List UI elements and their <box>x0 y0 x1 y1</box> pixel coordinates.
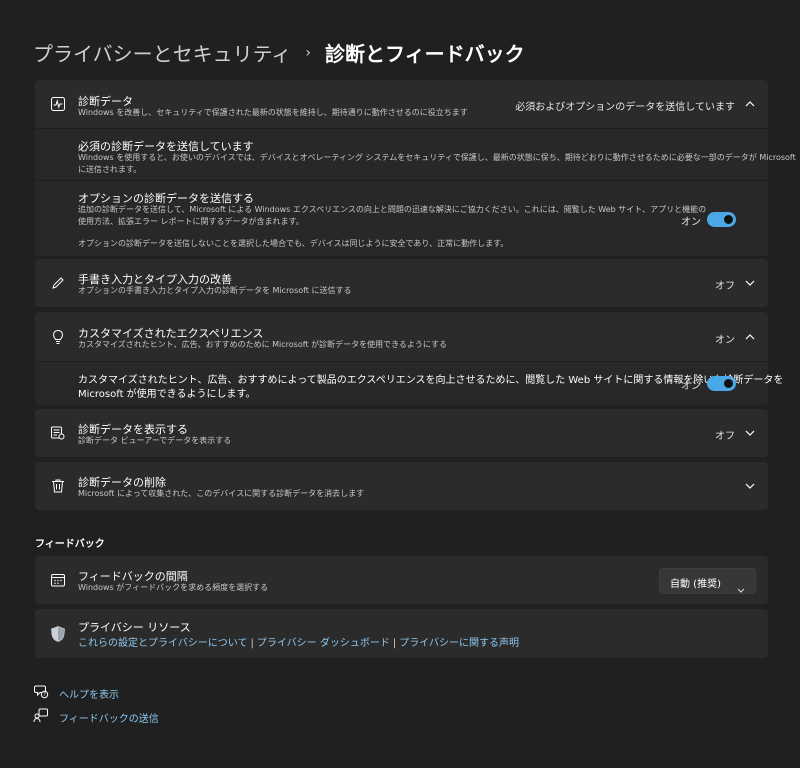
breadcrumb: プライバシーとセキュリティ › 診断とフィードバック <box>33 38 525 67</box>
tailored-description: カスタマイズされたヒント、広告、おすすめのために Microsoft が診断デー… <box>78 340 448 349</box>
trash-icon <box>48 476 68 496</box>
privacy-resources-title: プライバシー リソース <box>78 621 191 634</box>
feedback-frequency-card: フィードバックの間隔 Windows がフィードバックを求める頻度を選択する 自… <box>35 556 768 604</box>
privacy-statement-link[interactable]: プライバシーに関する声明 <box>399 638 519 649</box>
tailored-header[interactable]: カスタマイズされたエクスペリエンス カスタマイズされたヒント、広告、おすすめのた… <box>35 312 768 361</box>
view-data-card[interactable]: 診断データを表示する 診断データ ビューアーでデータを表示する オフ <box>35 409 768 457</box>
send-feedback-text: フィードバックの送信 <box>59 713 159 725</box>
tailored-detail-2: Microsoft が使用できるようにします。 <box>78 389 256 400</box>
diagnostic-data-card: 診断データ Windows を改善し、セキュリティで保護された最新の状態を維持し… <box>35 80 796 256</box>
help-link[interactable]: ? ヘルプを表示 <box>33 683 119 703</box>
breadcrumb-separator: › <box>305 44 312 61</box>
pen-icon <box>48 273 68 293</box>
feedback-frequency-value: 自動 (推奨) <box>670 579 721 590</box>
feedback-section-heading: フィードバック <box>35 539 105 550</box>
optional-data-toggle[interactable] <box>707 212 736 227</box>
send-feedback-link[interactable]: フィードバックの送信 <box>33 707 159 727</box>
page-title: 診断とフィードバック <box>325 42 525 66</box>
feedback-frequency-dropdown[interactable]: 自動 (推奨) <box>659 568 756 594</box>
chevron-down-icon[interactable] <box>742 425 758 441</box>
optional-data-note: オプションの診断データを送信しないことを選択した場合でも、デバイスは同じように安… <box>78 239 509 248</box>
feedback-icon <box>33 707 49 727</box>
chevron-down-icon[interactable] <box>742 478 758 494</box>
required-data-description-1: Windows を使用すると、お使いのデバイスでは、デバイスとオペレーティング … <box>78 153 796 162</box>
data-viewer-icon <box>48 423 68 443</box>
help-link-text: ヘルプを表示 <box>59 689 119 701</box>
optional-data-row: オプションの診断データを送信する 追加の診断データを送信して、Microsoft… <box>35 180 768 256</box>
tailored-detail-1: カスタマイズされたヒント、広告、おすすめによって製品のエクスペリエンスを向上させ… <box>78 375 784 386</box>
privacy-settings-link[interactable]: これらの設定とプライバシーについて <box>78 638 248 649</box>
optional-data-description-1: 追加の診断データを送信して、Microsoft による Windows エクスペ… <box>78 205 707 214</box>
chevron-down-icon[interactable] <box>742 275 758 291</box>
required-data-row: 必須の診断データを送信しています Windows を使用すると、お使いのデバイス… <box>35 128 796 180</box>
calendar-icon <box>48 570 68 590</box>
tailored-detail-row: カスタマイズされたヒント、広告、おすすめによって製品のエクスペリエンスを向上させ… <box>35 361 783 405</box>
lightbulb-icon <box>48 327 68 347</box>
svg-text:?: ? <box>43 692 46 698</box>
help-icon: ? <box>33 683 49 703</box>
tailored-card: カスタマイズされたエクスペリエンス カスタマイズされたヒント、広告、おすすめのた… <box>35 312 783 405</box>
diagnostic-data-header[interactable]: 診断データ Windows を改善し、セキュリティで保護された最新の状態を維持し… <box>35 80 768 128</box>
delete-data-description: Microsoft によって収集された、このデバイスに関する診断データを消去しま… <box>78 489 365 498</box>
diagnostic-data-description: Windows を改善し、セキュリティで保護された最新の状態を維持し、期待通りに… <box>78 108 468 117</box>
privacy-resources-card: プライバシー リソース これらの設定とプライバシーについて | プライバシー ダッシ… <box>35 609 768 658</box>
optional-toggle-label: オン <box>681 217 701 228</box>
chevron-up-icon[interactable] <box>742 96 758 112</box>
privacy-dashboard-link[interactable]: プライバシー ダッシュボード <box>257 638 390 649</box>
view-data-status: オフ <box>715 431 735 442</box>
chevron-down-icon <box>737 578 745 597</box>
view-data-description: 診断データ ビューアーでデータを表示する <box>78 436 232 445</box>
inking-description: オプションの手書き入力とタイプ入力の診断データを Microsoft に送信する <box>78 286 352 295</box>
feedback-frequency-description: Windows がフィードバックを求める頻度を選択する <box>78 583 269 592</box>
shield-icon <box>48 624 68 644</box>
inking-card[interactable]: 手書き入力とタイプ入力の改善 オプションの手書き入力とタイプ入力の診断データを … <box>35 259 768 307</box>
diagnostic-data-status: 必須およびオプションのデータを送信しています <box>515 102 735 113</box>
chevron-up-icon[interactable] <box>742 329 758 345</box>
required-data-description-2: に送信されます。 <box>78 165 142 174</box>
inking-status: オフ <box>715 281 735 292</box>
activity-icon <box>48 94 68 114</box>
breadcrumb-parent[interactable]: プライバシーとセキュリティ <box>33 38 291 67</box>
optional-data-description-2: 使用方法、拡張エラー レポートに関するデータが含まれます。 <box>78 217 304 226</box>
privacy-links: これらの設定とプライバシーについて | プライバシー ダッシュボード | プライバシーに… <box>78 634 519 649</box>
delete-data-card[interactable]: 診断データの削除 Microsoft によって収集された、このデバイスに関する診… <box>35 462 768 510</box>
tailored-toggle[interactable] <box>707 376 736 391</box>
tailored-status: オン <box>715 335 735 346</box>
tailored-toggle-label: オン <box>681 381 701 392</box>
link-separator: | <box>392 638 397 649</box>
link-separator: | <box>250 638 254 649</box>
